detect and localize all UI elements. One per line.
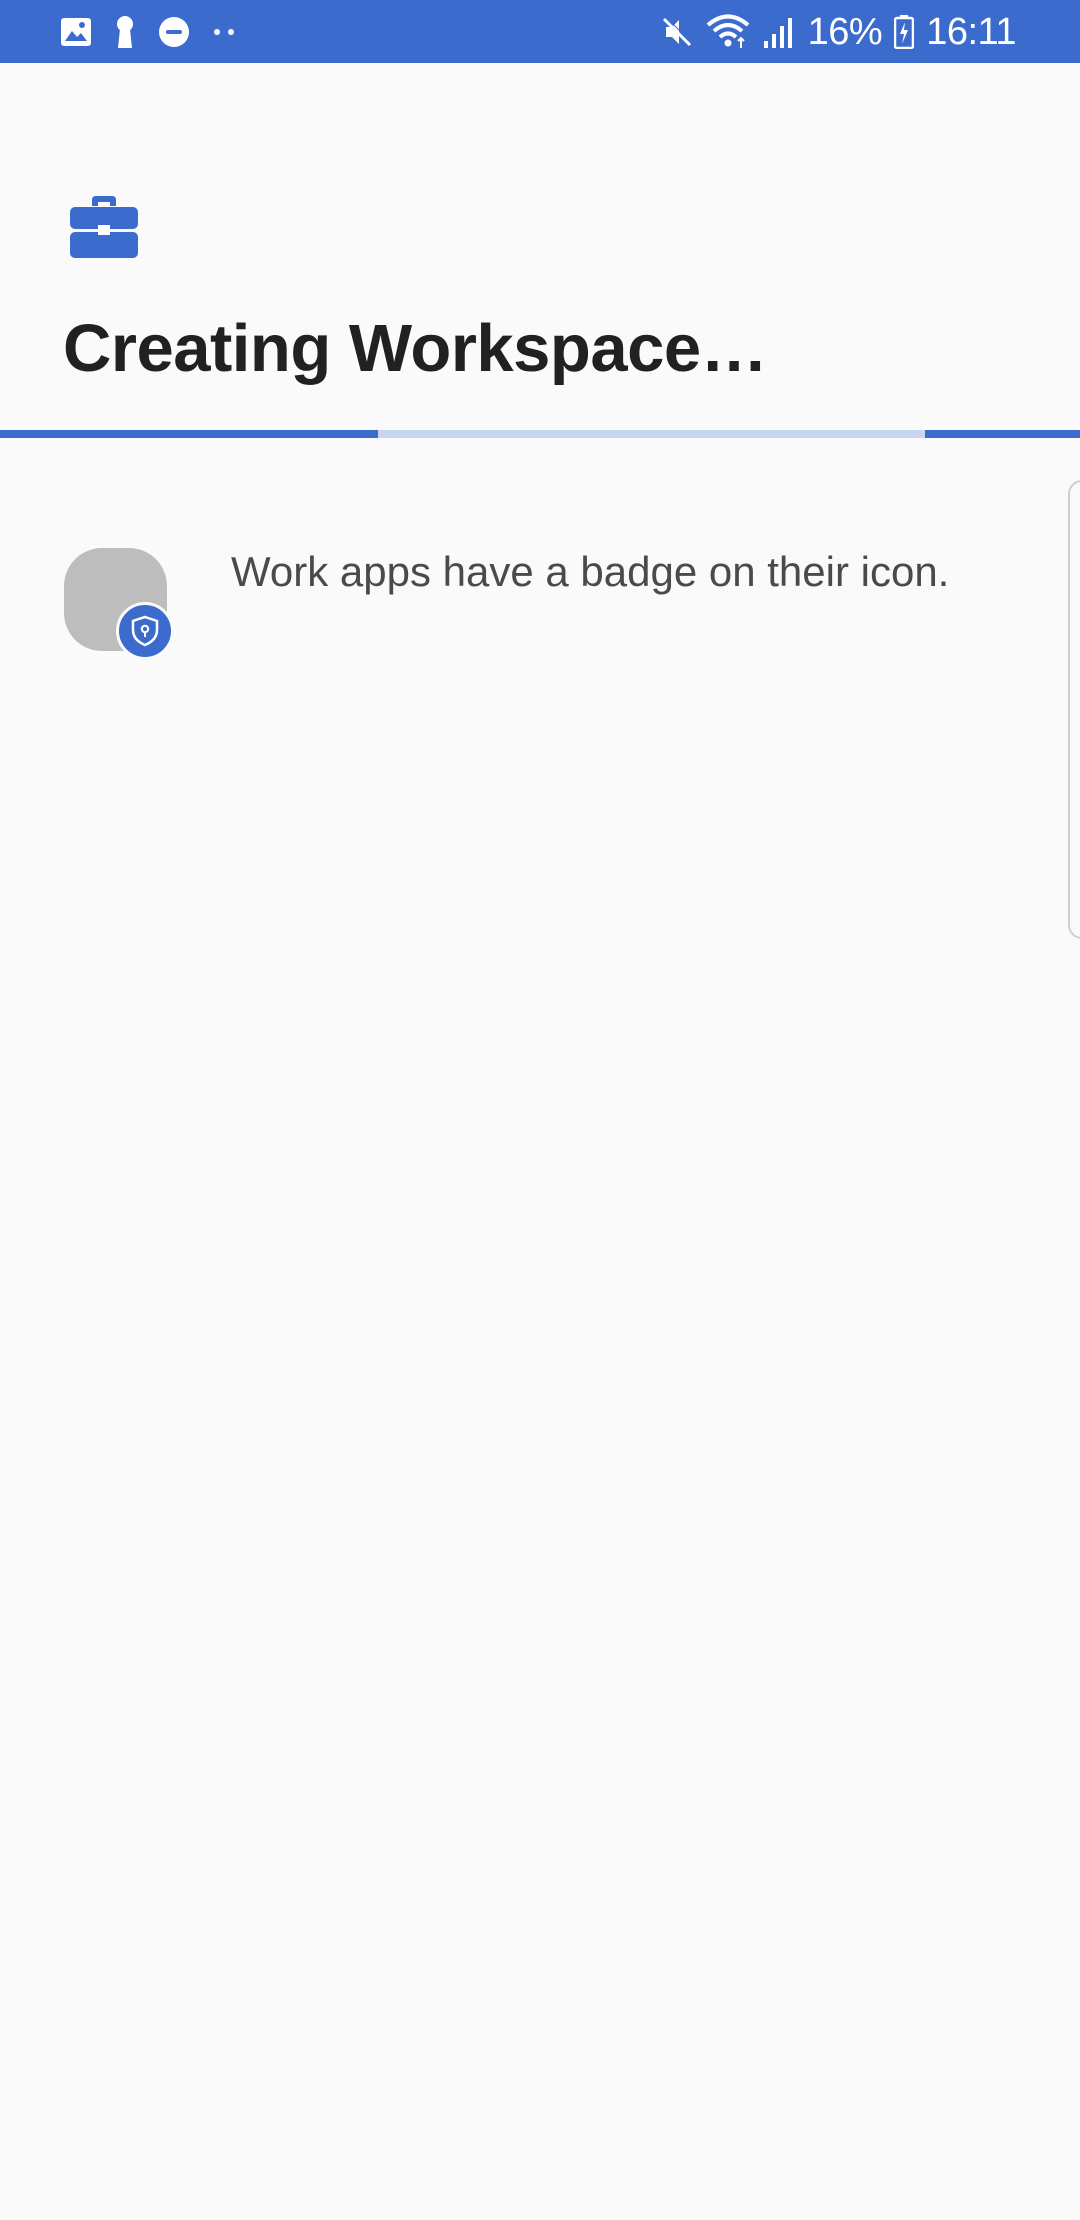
- side-panel-edge[interactable]: [1068, 480, 1080, 939]
- gallery-icon: [60, 17, 92, 47]
- more-notifications-icon: [212, 27, 236, 37]
- progress-indicator-secondary: [925, 430, 1080, 438]
- signal-icon: [762, 15, 796, 49]
- page-title: Creating Workspace…: [63, 311, 768, 386]
- mute-icon: [660, 15, 694, 49]
- status-bar-left: [60, 14, 236, 50]
- shield-badge-icon: [116, 602, 174, 660]
- tip-text: Work apps have a badge on their icon.: [231, 548, 950, 595]
- status-bar: 16% 16:11: [0, 0, 1080, 63]
- clock: 16:11: [926, 10, 1016, 53]
- progress-indicator-primary: [0, 430, 378, 438]
- tip-row: Work apps have a badge on their icon.: [64, 548, 1044, 660]
- wifi-icon: [706, 14, 750, 50]
- status-bar-right: 16% 16:11: [660, 10, 1016, 54]
- screen: 16% 16:11 Creating Workspace… Work apps …: [0, 0, 1080, 2220]
- briefcase-icon: [70, 196, 138, 258]
- keyhole-icon: [114, 15, 136, 49]
- battery-charging-icon: [894, 15, 915, 49]
- do-not-disturb-icon: [158, 16, 190, 48]
- battery-percent: 16%: [807, 10, 883, 53]
- progress-bar: [0, 430, 1080, 438]
